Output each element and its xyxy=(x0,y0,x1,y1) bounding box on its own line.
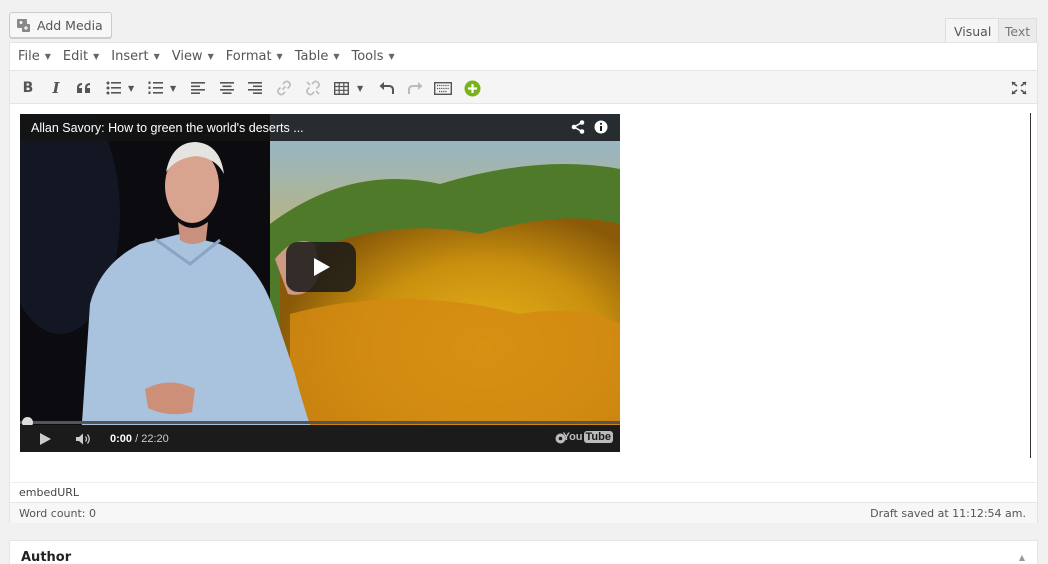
menu-tools-label: Tools xyxy=(351,49,384,64)
info-icon[interactable] xyxy=(594,120,608,138)
editor-menubar: File ▼ Edit ▼ Insert ▼ View ▼ Format ▼ Table ▼… xyxy=(10,43,1037,71)
video-time: 0:00 / 22:20 xyxy=(110,433,169,445)
numbered-list-button[interactable] xyxy=(145,78,167,98)
keyboard-button[interactable] xyxy=(432,78,454,98)
unlink-icon xyxy=(306,80,320,96)
menu-tools[interactable]: Tools ▼ xyxy=(351,49,394,64)
menu-table-label: Table xyxy=(294,49,329,64)
align-right-icon xyxy=(248,82,262,94)
keyboard-icon xyxy=(434,81,452,95)
editor-status-bar: Word count: 0 Draft saved at 11:12:54 am… xyxy=(10,502,1037,523)
bullet-list-button[interactable] xyxy=(103,78,125,98)
menu-file[interactable]: File ▼ xyxy=(18,49,51,64)
align-center-button[interactable] xyxy=(216,78,238,98)
add-plus-icon xyxy=(464,80,480,96)
play-control-icon[interactable] xyxy=(38,432,52,450)
numbered-list-caret-icon[interactable]: ▼ xyxy=(170,84,176,93)
bullet-list-icon xyxy=(106,81,121,95)
redo-button[interactable] xyxy=(404,78,426,98)
youtube-logo-you: You xyxy=(562,431,583,443)
bullet-list-caret-icon[interactable]: ▼ xyxy=(128,84,134,93)
menu-edit-label: Edit xyxy=(62,49,89,64)
video-total-time: / 22:20 xyxy=(135,433,169,445)
table-icon xyxy=(333,81,349,95)
blockquote-button[interactable] xyxy=(73,78,95,98)
word-count: Word count: 0 xyxy=(19,507,97,520)
menu-insert-label: Insert xyxy=(111,49,149,64)
youtube-logo[interactable]: You Tube xyxy=(563,431,613,443)
bold-button[interactable]: B xyxy=(17,78,39,98)
redo-icon xyxy=(408,82,423,94)
caret-down-icon: ▼ xyxy=(207,52,214,61)
numbered-list-icon xyxy=(148,81,163,94)
link-button[interactable] xyxy=(273,78,295,98)
blockquote-icon xyxy=(77,83,90,93)
caret-down-icon: ▼ xyxy=(333,52,340,61)
video-current-time: 0:00 xyxy=(110,433,133,445)
volume-icon[interactable] xyxy=(75,432,93,450)
youtube-logo-tube: Tube xyxy=(583,431,613,443)
share-icon[interactable] xyxy=(571,120,585,138)
align-center-icon xyxy=(220,82,234,94)
menu-view-label: View xyxy=(171,49,203,64)
menu-edit[interactable]: Edit ▼ xyxy=(63,49,99,64)
element-path-item[interactable]: embedURL xyxy=(19,486,79,499)
video-controls: 0:00 / 22:20 You Tube xyxy=(20,425,620,452)
menu-format-label: Format xyxy=(225,49,272,64)
menu-insert[interactable]: Insert ▼ xyxy=(111,49,159,64)
fullscreen-button[interactable] xyxy=(1008,78,1030,98)
caret-down-icon: ▼ xyxy=(93,52,100,61)
fullscreen-icon xyxy=(1011,81,1027,95)
tab-visual[interactable]: Visual xyxy=(945,18,1001,43)
italic-icon: I xyxy=(52,79,60,97)
play-overlay-button[interactable] xyxy=(286,242,356,292)
menu-format[interactable]: Format ▼ xyxy=(226,49,283,64)
video-title[interactable]: Allan Savory: How to green the world's d… xyxy=(31,121,304,135)
undo-button[interactable] xyxy=(376,78,398,98)
video-title-bar: Allan Savory: How to green the world's d… xyxy=(20,114,620,141)
tab-text[interactable]: Text xyxy=(998,18,1037,43)
add-plus-button[interactable] xyxy=(461,78,483,98)
link-icon xyxy=(277,80,291,96)
media-icon xyxy=(16,17,32,33)
table-caret-icon[interactable]: ▼ xyxy=(357,84,363,93)
editor-toolbar: B I ▼ ▼ ▼ xyxy=(10,71,1037,104)
embedded-video[interactable]: Allan Savory: How to green the world's d… xyxy=(20,114,620,452)
add-media-label: Add Media xyxy=(37,17,103,33)
menu-view[interactable]: View ▼ xyxy=(172,49,214,64)
add-media-button[interactable]: Add Media xyxy=(9,12,112,38)
caret-down-icon: ▼ xyxy=(44,52,51,61)
editor-scroll-edge xyxy=(1030,113,1031,458)
bold-icon: B xyxy=(22,80,34,96)
draft-saved-status: Draft saved at 11:12:54 am. xyxy=(870,507,1026,520)
collapse-toggle-icon[interactable]: ▲ xyxy=(1019,553,1025,562)
author-metabox: Author ▲ xyxy=(9,540,1038,564)
align-left-icon xyxy=(191,82,205,94)
align-right-button[interactable] xyxy=(244,78,266,98)
editor: File ▼ Edit ▼ Insert ▼ View ▼ Format ▼ Table ▼… xyxy=(9,42,1038,523)
unlink-button[interactable] xyxy=(302,78,324,98)
align-left-button[interactable] xyxy=(187,78,209,98)
caret-down-icon: ▼ xyxy=(388,52,395,61)
menu-file-label: File xyxy=(18,49,40,64)
author-metabox-title[interactable]: Author xyxy=(21,550,71,564)
menu-table[interactable]: Table ▼ xyxy=(295,49,340,64)
italic-button[interactable]: I xyxy=(45,78,67,98)
caret-down-icon: ▼ xyxy=(153,52,160,61)
editor-content[interactable]: Allan Savory: How to green the world's d… xyxy=(10,105,1037,482)
caret-down-icon: ▼ xyxy=(276,52,283,61)
video-progress-track[interactable] xyxy=(20,421,620,424)
element-path: embedURL xyxy=(10,482,1037,502)
play-icon xyxy=(314,258,330,276)
table-button[interactable] xyxy=(330,78,352,98)
undo-icon xyxy=(379,82,394,94)
